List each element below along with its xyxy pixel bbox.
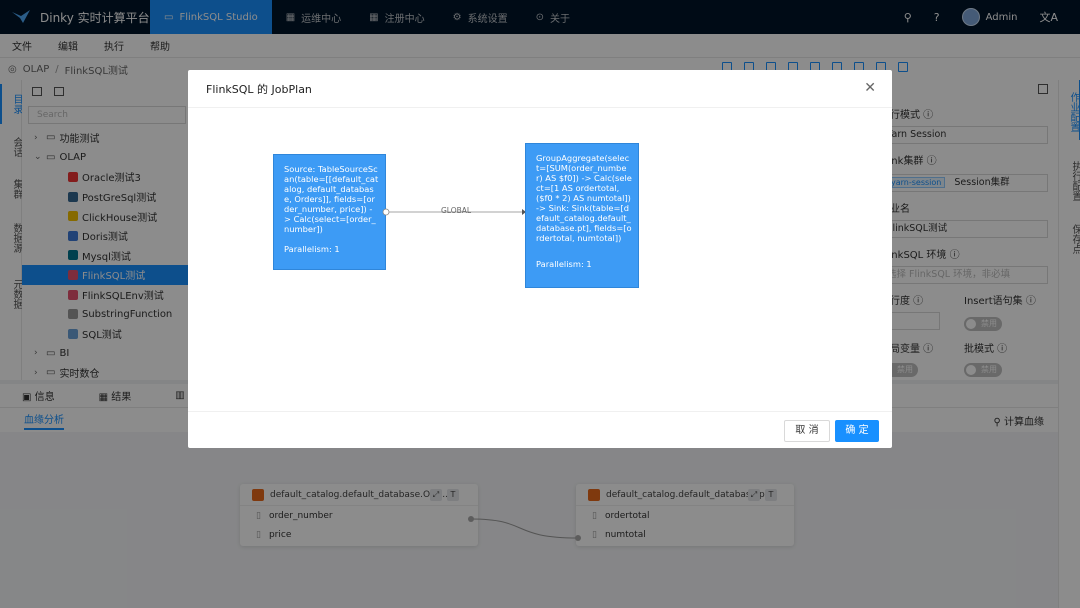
jobplan-modal: FlinkSQL 的 JobPlan ✕ Source: TableSource… <box>188 70 892 448</box>
agg-node-text: GroupAggregate(select=[SUM(order_number)… <box>536 153 632 243</box>
agg-node-parallelism: Parallelism: 1 <box>536 259 592 269</box>
close-icon[interactable]: ✕ <box>864 80 876 96</box>
cancel-button[interactable]: 取 消 <box>784 420 830 442</box>
plan-node-aggregate[interactable]: GroupAggregate(select=[SUM(order_number)… <box>525 143 639 288</box>
plan-edge-label: GLOBAL <box>441 206 472 215</box>
jobplan-graph: Source: TableSourceScan(table=[[default_… <box>188 108 892 411</box>
modal-title: FlinkSQL 的 JobPlan <box>206 82 312 96</box>
ok-button[interactable]: 确 定 <box>835 420 879 442</box>
